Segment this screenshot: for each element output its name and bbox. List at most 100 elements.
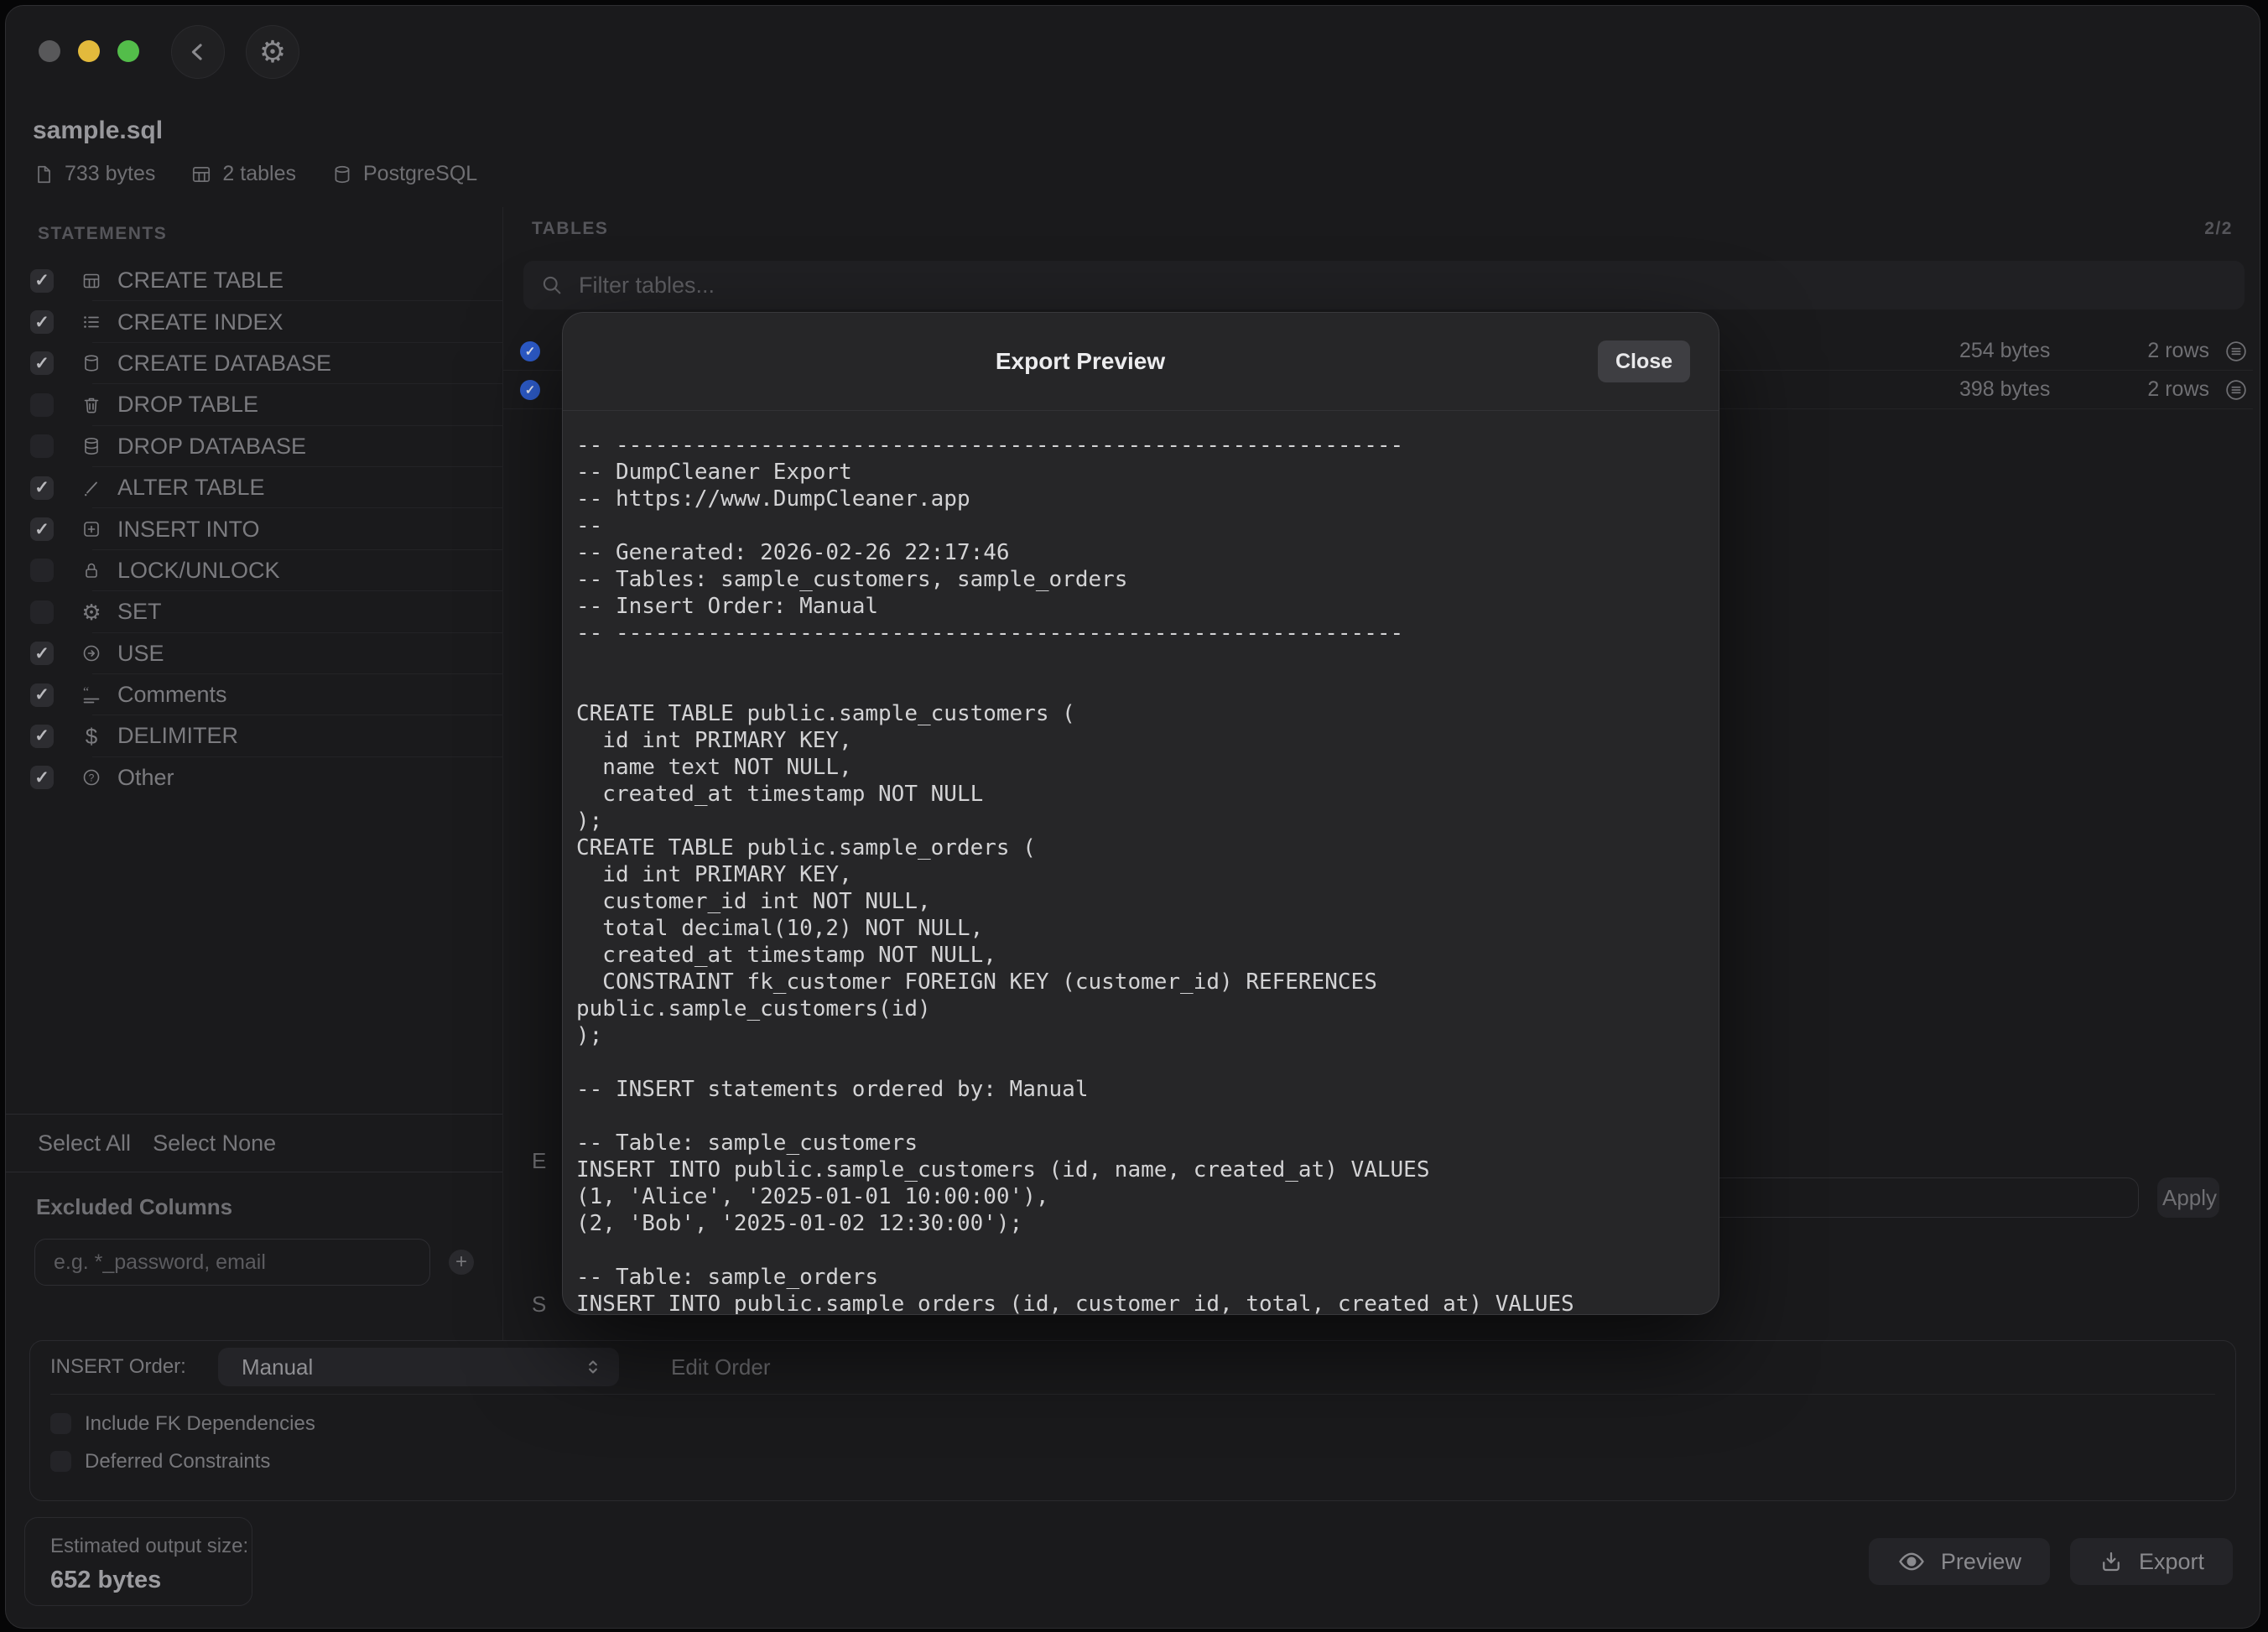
statement-checkbox[interactable]: [30, 434, 54, 458]
table-row-count: 2 rows: [2147, 377, 2209, 402]
statement-label: Comments: [117, 682, 227, 708]
settings-button[interactable]: ⚙: [246, 25, 299, 79]
statement-toggle-row[interactable]: LOCK/UNLOCK: [6, 550, 502, 591]
statement-toggle-row[interactable]: DROP DATABASE: [6, 426, 502, 467]
tables-count-badge: 2/2: [2204, 219, 2233, 239]
clipped-text-fragment: E: [532, 1148, 546, 1174]
option-checkbox[interactable]: [50, 1413, 71, 1434]
statement-label: CREATE TABLE: [117, 268, 284, 294]
statement-checkbox[interactable]: ✓: [30, 269, 54, 293]
table-icon: [81, 271, 101, 291]
apply-button[interactable]: Apply: [2157, 1177, 2219, 1218]
table-size: 398 bytes: [1959, 377, 2050, 402]
statement-toggle-row[interactable]: ✓ CREATE DATABASE: [6, 343, 502, 384]
table-count: 2 tables: [222, 162, 296, 186]
insert-order-label: INSERT Order:: [50, 1355, 218, 1379]
statement-label: LOCK/UNLOCK: [117, 558, 280, 584]
dollar-icon: $: [81, 726, 101, 746]
statement-checkbox[interactable]: ✓: [30, 476, 54, 500]
statement-checkbox[interactable]: ✓: [30, 766, 54, 789]
statements-header: STATEMENTS: [38, 224, 167, 244]
insert-order-select[interactable]: Manual: [218, 1348, 619, 1386]
lock-icon: [81, 560, 101, 580]
statement-label: CREATE DATABASE: [117, 351, 331, 377]
statement-label: DROP DATABASE: [117, 434, 306, 460]
option-checkbox[interactable]: [50, 1451, 71, 1472]
svg-text:?: ?: [89, 772, 95, 784]
excluded-columns-input[interactable]: [34, 1239, 430, 1286]
sql-dialect: PostgreSQL: [363, 162, 477, 186]
export-preview-modal: Export Preview Close -- ----------------…: [562, 312, 1719, 1315]
export-icon: [2099, 1549, 2124, 1574]
option-label: Include FK Dependencies: [85, 1412, 315, 1436]
svg-text:“: “: [83, 685, 89, 699]
export-button[interactable]: Export: [2070, 1538, 2233, 1585]
insert-order-value: Manual: [242, 1354, 313, 1380]
back-button[interactable]: [171, 25, 225, 79]
sql-preview[interactable]: -- -------------------------------------…: [563, 411, 1719, 1315]
select-all-button[interactable]: Select All: [38, 1130, 131, 1156]
drag-handle-icon[interactable]: [2224, 378, 2248, 402]
statement-label: CREATE INDEX: [117, 309, 284, 335]
edit-order-button[interactable]: Edit Order: [666, 1354, 776, 1381]
statement-toggle-row[interactable]: ✓ CREATE INDEX: [6, 301, 502, 342]
table-size: 254 bytes: [1959, 339, 2050, 363]
statement-toggle-row[interactable]: ✓ALTER TABLE: [6, 467, 502, 508]
chevron-up-down-icon: [582, 1356, 604, 1378]
statement-checkbox[interactable]: [30, 600, 54, 624]
window-minimize-button[interactable]: [78, 40, 100, 62]
close-button[interactable]: Close: [1598, 340, 1690, 382]
statement-checkbox[interactable]: ✓: [30, 351, 54, 375]
table-selected-checkbox[interactable]: ✓: [520, 380, 540, 400]
statement-label: SET: [117, 599, 162, 625]
statement-checkbox[interactable]: ✓: [30, 642, 54, 665]
statement-toggle-row[interactable]: ✓USE: [6, 633, 502, 674]
statement-checkbox[interactable]: ✓: [30, 683, 54, 707]
statement-toggle-row[interactable]: DROP TABLE: [6, 384, 502, 425]
excluded-columns-label: Excluded Columns: [36, 1194, 502, 1220]
statement-checkbox[interactable]: ✓: [30, 310, 54, 334]
tables-header: TABLES: [532, 219, 608, 239]
table-selected-checkbox[interactable]: ✓: [520, 341, 540, 361]
statement-toggle-row[interactable]: ⚙ SET: [6, 591, 502, 632]
statement-toggle-row[interactable]: ✓?Other: [6, 757, 502, 798]
database-icon: [81, 353, 101, 373]
statement-toggle-row[interactable]: ✓ INSERT INTO: [6, 508, 502, 549]
window-zoom-button[interactable]: [117, 40, 139, 62]
file-meta: 733 bytes 2 tables PostgreSQL: [33, 162, 477, 186]
add-excluded-column-button[interactable]: +: [449, 1250, 474, 1275]
estimated-size-label: Estimated output size:: [50, 1535, 252, 1558]
statement-checkbox[interactable]: ✓: [30, 517, 54, 541]
statement-toggle-row[interactable]: ✓ $ DELIMITER: [6, 715, 502, 756]
filter-tables-input[interactable]: [577, 272, 2228, 299]
divider: [50, 1394, 2215, 1395]
statement-checkbox[interactable]: [30, 393, 54, 417]
quote-icon: “: [81, 685, 101, 705]
option-label: Deferred Constraints: [85, 1450, 270, 1473]
window-close-button[interactable]: [39, 40, 60, 62]
statement-label: DELIMITER: [117, 723, 238, 749]
statement-label: INSERT INTO: [117, 517, 260, 543]
estimated-size-value: 652 bytes: [50, 1567, 252, 1594]
select-none-button[interactable]: Select None: [153, 1130, 276, 1156]
statement-checkbox[interactable]: ✓: [30, 725, 54, 748]
chevron-left-icon: [185, 39, 211, 65]
clipped-text-fragment: S: [532, 1292, 546, 1318]
statement-toggle-row[interactable]: ✓ CREATE TABLE: [6, 260, 502, 301]
gear-icon: ⚙: [81, 602, 101, 622]
statement-checkbox[interactable]: [30, 559, 54, 582]
statements-sidebar: STATEMENTS ✓ CREATE TABLE ✓ CREATE INDEX ✓ CR…: [6, 207, 503, 1341]
filter-tables-field[interactable]: [523, 261, 2245, 309]
statement-toggle-row[interactable]: ✓ “ Comments: [6, 674, 502, 715]
search-icon: [540, 273, 564, 297]
plus-square-icon: [81, 519, 101, 539]
estimated-size-box: Estimated output size: 652 bytes: [24, 1517, 252, 1606]
footer-option-row[interactable]: Deferred Constraints: [50, 1442, 2215, 1480]
drag-handle-icon[interactable]: [2224, 340, 2248, 363]
preview-button[interactable]: Preview: [1869, 1538, 2050, 1585]
arrow-circle-icon: [81, 643, 101, 663]
footer-option-row[interactable]: Include FK Dependencies: [50, 1405, 2215, 1442]
statement-label: DROP TABLE: [117, 392, 258, 418]
pencil-icon: [81, 478, 101, 498]
database-stack-icon: [81, 436, 101, 456]
